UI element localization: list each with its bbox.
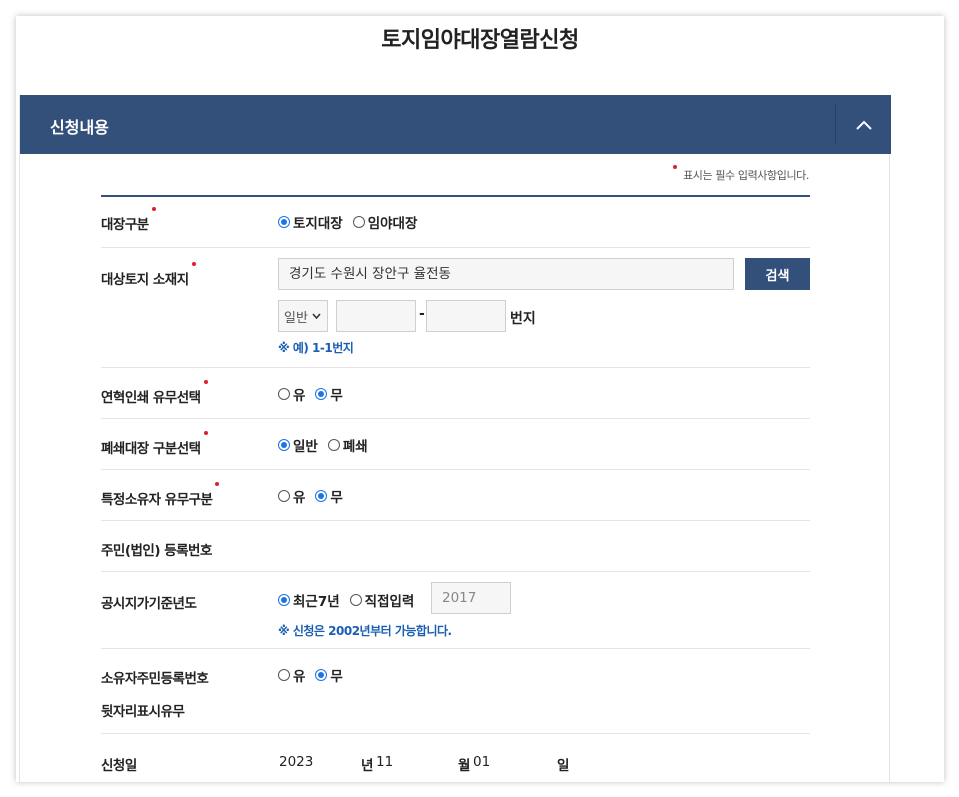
row-owner-id-suffix: 소유자주민등록번호 뒷자리표시유무 유 무	[101, 649, 810, 734]
panel-title: 신청내용	[50, 118, 109, 137]
row-label: 주민(법인) 등록번호	[101, 543, 212, 559]
location-hint: ※ 예) 1-1번지	[278, 341, 354, 355]
required-dot	[151, 207, 156, 211]
radio-direct-input[interactable]: 직접입력	[349, 590, 414, 610]
radio-owner-yes[interactable]: 유	[278, 486, 305, 506]
radio-checked-icon	[278, 216, 290, 228]
application-form-card: 토지임야대장열람신청 신청내용 표시는 필수 입력사항입니다. 대장구분 토지대…	[16, 16, 944, 782]
radio-checked-icon	[278, 439, 290, 451]
apply-day: 01	[473, 754, 491, 770]
radio-suffix-yes[interactable]: 유	[278, 665, 305, 685]
apply-year: 2023	[279, 754, 314, 770]
radio-history-no[interactable]: 무	[315, 384, 343, 404]
radio-unchecked-icon	[349, 594, 362, 606]
base-year-hint: ※ 신청은 2002년부터 가능합니다.	[278, 624, 452, 638]
row-label: 소유자주민등록번호	[101, 671, 209, 687]
main-lot-number-input[interactable]	[336, 300, 416, 332]
ledger-type-options: 토지대장 임야대장	[278, 212, 427, 232]
radio-suffix-no[interactable]: 무	[315, 665, 343, 685]
chevron-up-icon	[855, 120, 872, 130]
radio-history-yes[interactable]: 유	[278, 384, 305, 404]
radio-checked-icon	[315, 388, 328, 400]
row-location: 대상토지 소재지 경기도 수원시 장안구 율전동 검색 일반 - 번지 ※ 예)…	[101, 248, 810, 368]
radio-unchecked-icon	[278, 490, 290, 502]
row-label: 대상토지 소재지	[101, 262, 196, 288]
row-label: 연혁인쇄 유무선택	[101, 380, 208, 406]
radio-checked-icon	[315, 669, 328, 681]
owner-id-suffix-options: 유 무	[278, 665, 353, 685]
lot-unit-label: 번지	[510, 311, 536, 327]
row-label: 대장구분	[101, 207, 156, 233]
base-year-options: 최근7년 직접입력	[278, 590, 424, 610]
row-apply-date: 신청일 2023 년 11 월 01 일	[101, 734, 810, 782]
year-unit: 년	[361, 758, 374, 774]
closed-ledger-options: 일반 폐쇄	[278, 435, 378, 455]
radio-owner-no[interactable]: 무	[315, 486, 343, 506]
row-ledger-type: 대장구분 토지대장 임야대장	[101, 197, 810, 248]
row-label: 특정소유자 유무구분	[101, 482, 220, 508]
search-button[interactable]: 검색	[745, 258, 810, 290]
specific-owner-options: 유 무	[278, 486, 353, 506]
radio-closed-closed[interactable]: 폐쇄	[327, 435, 368, 455]
lot-dash: -	[419, 306, 425, 322]
radio-unchecked-icon	[278, 669, 290, 681]
radio-closed-normal[interactable]: 일반	[278, 435, 318, 455]
required-note: 표시는 필수 입력사항입니다.	[673, 165, 809, 183]
radio-unchecked-icon	[352, 216, 365, 228]
radio-unchecked-icon	[327, 439, 340, 451]
row-label: 폐쇄대장 구분선택	[101, 431, 208, 457]
page-title: 토지임야대장열람신청	[381, 28, 579, 53]
row-resident-number: 주민(법인) 등록번호	[101, 521, 810, 572]
sub-lot-number-input[interactable]	[426, 300, 506, 332]
radio-recent-7years[interactable]: 최근7년	[278, 590, 340, 610]
application-panel: 신청내용 표시는 필수 입력사항입니다. 대장구분 토지대장 임야대장 대상토지…	[19, 95, 891, 782]
required-dot	[191, 262, 196, 266]
required-dot	[215, 482, 220, 486]
radio-checked-icon	[315, 490, 328, 502]
month-unit: 월	[458, 758, 471, 774]
day-unit: 일	[557, 758, 570, 774]
history-print-options: 유 무	[278, 384, 353, 404]
row-closed-ledger: 폐쇄대장 구분선택 일반 폐쇄	[101, 419, 810, 470]
row-label: 공시지가기준년도	[101, 596, 197, 612]
row-label-line2: 뒷자리표시유무	[101, 704, 185, 720]
apply-month: 11	[376, 754, 394, 770]
required-dot	[203, 380, 208, 384]
row-specific-owner: 특정소유자 유무구분 유 무	[101, 470, 810, 521]
required-dot	[673, 165, 678, 169]
radio-checked-icon	[278, 594, 290, 606]
panel-header: 신청내용	[20, 95, 891, 154]
chevron-down-icon	[312, 313, 321, 319]
row-history-print: 연혁인쇄 유무선택 유 무	[101, 368, 810, 419]
row-label: 신청일	[101, 758, 137, 774]
address-input[interactable]: 경기도 수원시 장안구 율전동	[278, 258, 734, 290]
collapse-button[interactable]	[836, 95, 891, 154]
lot-type-select[interactable]: 일반	[278, 300, 328, 332]
required-dot	[203, 431, 208, 435]
radio-unchecked-icon	[278, 388, 290, 400]
radio-forest-ledger[interactable]: 임야대장	[352, 212, 417, 232]
row-base-year: 공시지가기준년도 최근7년 직접입력 2017 ※ 신청은 2002년부터 가능…	[101, 572, 810, 649]
base-year-input[interactable]: 2017	[431, 582, 511, 614]
radio-land-ledger[interactable]: 토지대장	[278, 212, 343, 232]
